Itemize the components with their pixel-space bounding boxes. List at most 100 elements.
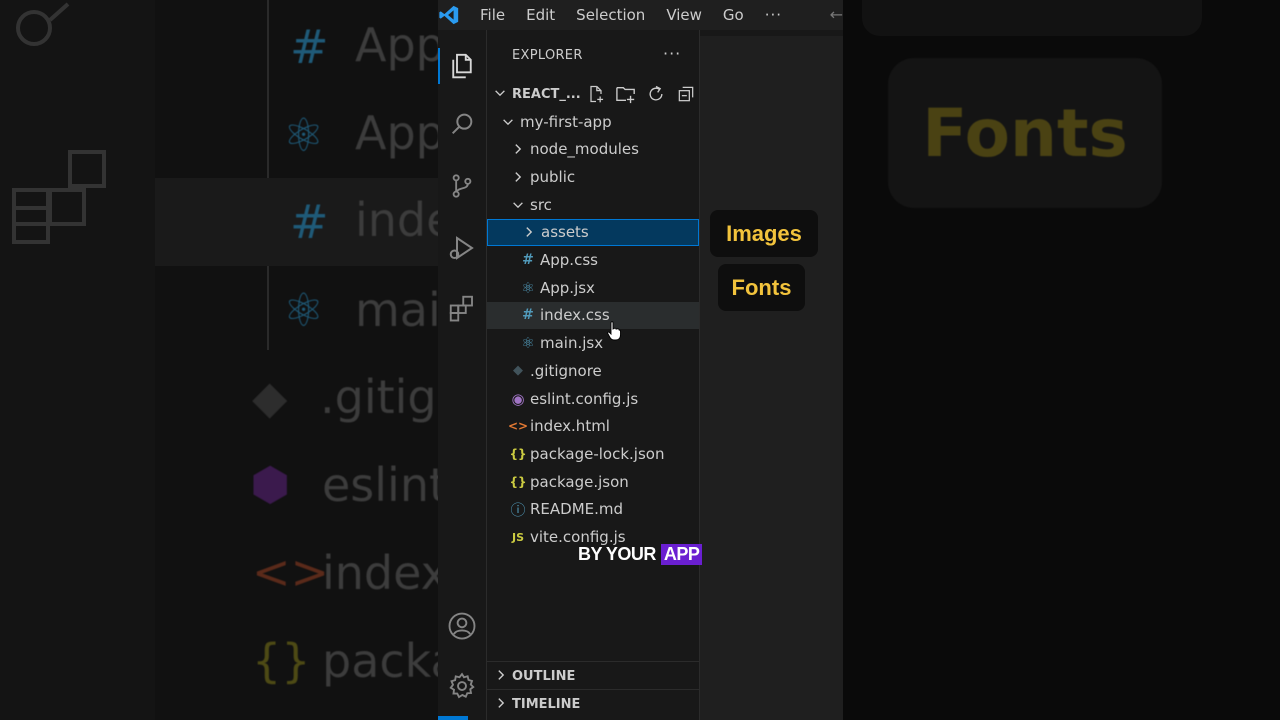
tree-item[interactable]: my-first-app (487, 108, 699, 135)
extensions-icon[interactable] (438, 284, 486, 332)
css-file-icon: # (522, 252, 534, 268)
tree-item[interactable]: ⚛ main.jsx (487, 330, 699, 357)
tree-item-label: package.json (530, 472, 629, 491)
chevron-down-icon (510, 197, 526, 213)
json-file-icon: {} (509, 474, 527, 489)
info-file-icon: ⓘ (510, 500, 526, 519)
menu-more[interactable]: ··· (765, 0, 782, 30)
tree-item-label: public (530, 167, 576, 186)
tree-item-label: node_modules (530, 140, 639, 159)
outline-section[interactable]: OUTLINE (487, 661, 699, 690)
caption-highlight: APP (660, 543, 703, 565)
git-file-icon: ◆ (513, 363, 523, 379)
tree-item-label: App.jsx (540, 278, 595, 297)
bg-json-icon: {} (252, 634, 311, 688)
collapse-all-icon[interactable] (671, 83, 701, 105)
back-arrow-icon[interactable]: ← (830, 5, 843, 24)
tree-item[interactable]: # index.css (487, 301, 699, 329)
tree-item[interactable]: ◆ .gitignore (487, 357, 699, 384)
bg-item: App (355, 106, 438, 160)
outline-label: OUTLINE (512, 668, 576, 684)
explorer-toolbar (581, 83, 701, 105)
tree-item[interactable]: src (487, 191, 699, 218)
timeline-label: TIMELINE (512, 696, 581, 712)
bg-item: eslint (322, 458, 438, 512)
chevron-right-icon (521, 224, 537, 240)
tree-item[interactable]: {} package-lock.json (487, 440, 699, 467)
workspace-root-label: REACT_... (512, 86, 581, 102)
js-file-icon: JS (511, 530, 524, 544)
search-icon[interactable] (438, 100, 486, 148)
bg-item: mai (355, 283, 438, 337)
settings-gear-icon[interactable] (438, 662, 486, 710)
background-extensions-icon (12, 150, 106, 244)
tree-item-label: package-lock.json (530, 444, 665, 463)
menu-edit[interactable]: Edit (526, 0, 555, 30)
chevron-right-icon (510, 141, 526, 157)
menu-selection[interactable]: Selection (576, 0, 645, 30)
status-indicator (438, 716, 468, 720)
bg-html-icon: <> (252, 545, 330, 599)
tree-item-label: .gitignore (530, 361, 602, 380)
chevron-down-icon (495, 90, 505, 97)
source-control-icon[interactable] (438, 162, 486, 210)
fonts-bubble: Fonts (718, 264, 805, 311)
tree-item[interactable]: {} package.json (487, 468, 699, 495)
tree-item[interactable]: ◉ eslint.config.js (487, 385, 699, 412)
bg-item: packa (322, 634, 438, 688)
chevron-right-icon (498, 698, 505, 708)
vscode-window: File Edit Selection View Go ··· ← EXPLOR… (438, 0, 843, 720)
explorer-sidebar: EXPLORER ··· REACT_... my-first-app node_… (487, 30, 700, 720)
tree-item-label: index.html (530, 417, 610, 436)
tree-item-label: index.css (540, 306, 610, 325)
menu-go[interactable]: Go (723, 0, 744, 30)
new-folder-icon[interactable] (611, 83, 641, 105)
images-bubble: Images (710, 210, 818, 257)
tree-item[interactable]: assets (487, 218, 699, 246)
tree-item[interactable]: # App.css (487, 247, 699, 274)
bg-react-icon: ⚛ (283, 108, 325, 162)
menu-view[interactable]: View (666, 0, 702, 30)
chevron-down-icon (500, 114, 516, 130)
run-debug-icon[interactable] (438, 224, 486, 272)
menu-file[interactable]: File (480, 0, 505, 30)
files-icon[interactable] (438, 42, 486, 90)
html-file-icon: <> (507, 419, 529, 434)
hand-cursor-icon (607, 321, 621, 341)
refresh-icon[interactable] (641, 83, 671, 105)
tree-item[interactable]: <> index.html (487, 413, 699, 440)
new-file-icon[interactable] (581, 83, 611, 105)
tree-item[interactable]: ⓘ README.md (487, 496, 699, 523)
tree-item-label: App.css (540, 251, 598, 269)
bg-git-icon: ◆ (252, 370, 288, 424)
bg-item: .gitig (320, 370, 437, 424)
tree-item[interactable]: node_modules (487, 136, 699, 163)
chevron-right-icon (510, 169, 526, 185)
eslint-file-icon: ◉ (511, 389, 525, 408)
title-bar: File Edit Selection View Go ··· ← (438, 0, 843, 30)
account-icon[interactable] (438, 602, 486, 650)
bg-hash-icon: # (290, 20, 329, 74)
vscode-logo-icon (438, 4, 460, 26)
bg-item: inde (355, 193, 438, 247)
tree-item-label: assets (541, 223, 589, 242)
tree-item-label: README.md (530, 500, 624, 519)
workspace-root[interactable]: REACT_... (487, 80, 699, 108)
react-file-icon: ⚛ (521, 334, 535, 353)
explorer-title: EXPLORER (512, 48, 583, 63)
tree-item-label: src (530, 195, 552, 214)
tree-item-label: my-first-app (520, 112, 612, 131)
bg-hash-icon: # (290, 195, 329, 249)
editor-area[interactable] (700, 36, 843, 720)
timeline-section[interactable]: TIMELINE (487, 689, 699, 718)
background-left: # App ⚛ App # inde ⚛ mai ◆ .gitig ⬢ esli… (0, 0, 438, 720)
tree-item[interactable]: public (487, 163, 699, 190)
chevron-right-icon (498, 670, 505, 680)
video-caption: BY YOUR APP (578, 541, 703, 567)
css-file-icon: # (522, 307, 534, 324)
background-fonts-label: Fonts (888, 58, 1162, 208)
bg-react-icon: ⚛ (283, 283, 325, 337)
bg-item: index (322, 546, 438, 600)
tree-item[interactable]: ⚛ App.jsx (487, 274, 699, 301)
explorer-more-button[interactable]: ··· (663, 44, 681, 63)
